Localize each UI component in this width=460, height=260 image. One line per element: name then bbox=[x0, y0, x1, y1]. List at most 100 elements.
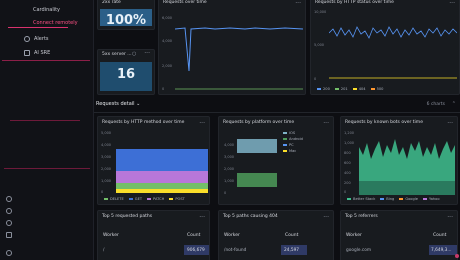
panel-method-over-time: Requests by HTTP method over time ··· 5,… bbox=[97, 116, 210, 205]
table-cell: / bbox=[103, 248, 105, 253]
panel-menu-icon[interactable]: ··· bbox=[144, 50, 150, 57]
y-tick: 6,000 bbox=[162, 16, 173, 20]
legend-item[interactable]: Better Stack bbox=[347, 197, 375, 201]
y-tick: 5,000 bbox=[314, 43, 325, 47]
y-tick: 0 bbox=[162, 87, 165, 91]
panel-menu-icon[interactable]: ··· bbox=[323, 214, 329, 221]
scroll-indicator[interactable] bbox=[455, 254, 459, 258]
panel-bots-over-time: Requests by known bots over time ··· 1,2… bbox=[340, 116, 458, 205]
panel-title: Requests by known bots over time bbox=[345, 120, 423, 125]
series-patch bbox=[116, 171, 208, 183]
panel-title: Top 5 paths causing 404 bbox=[223, 214, 278, 219]
panel-requests-over-time: Requests over time ··· 6,000 4,000 2,000… bbox=[158, 0, 306, 95]
collapse-icon[interactable]: ⌃ bbox=[452, 101, 456, 107]
settings-icon[interactable] bbox=[6, 220, 12, 226]
y-tick: 1,000 bbox=[224, 179, 235, 183]
table-cell: google.com bbox=[346, 248, 372, 253]
table-cell: 7,649,3... bbox=[431, 248, 452, 253]
profile-icon[interactable] bbox=[6, 250, 12, 256]
panel-title: Top 5 referrers bbox=[345, 214, 378, 219]
legend-item[interactable]: iOS bbox=[283, 131, 303, 135]
y-tick: 10,000 bbox=[314, 10, 327, 14]
grid-icon[interactable] bbox=[6, 232, 12, 238]
legend-item[interactable]: Mac bbox=[283, 149, 303, 153]
decorative-line bbox=[2, 60, 90, 61]
column-header[interactable]: Worker bbox=[224, 233, 240, 238]
chart-legend: 200 201 404 500 bbox=[317, 87, 383, 91]
stat-box: 100% bbox=[100, 9, 152, 28]
legend-item[interactable]: GET bbox=[128, 197, 142, 201]
ai-icon bbox=[24, 50, 30, 56]
panel-menu-icon[interactable]: ··· bbox=[447, 214, 453, 221]
panel-menu-icon[interactable]: ··· bbox=[447, 120, 453, 127]
y-tick: 1,000 bbox=[101, 179, 112, 183]
chart-legend: iOS Android PC Mac bbox=[283, 131, 303, 153]
panel-menu-icon[interactable]: ··· bbox=[199, 214, 205, 221]
chat-icon[interactable] bbox=[6, 208, 12, 214]
panel-title: 2xx rate bbox=[102, 0, 121, 5]
y-tick: 2,000 bbox=[224, 167, 235, 171]
legend-item[interactable]: 201 bbox=[334, 87, 348, 91]
legend-item[interactable]: PATCH bbox=[147, 197, 164, 201]
help-icon[interactable] bbox=[6, 196, 12, 202]
y-tick: 0 bbox=[344, 190, 347, 194]
column-header[interactable]: Worker bbox=[346, 233, 362, 238]
panel-menu-icon[interactable]: ··· bbox=[199, 120, 205, 127]
series-200 bbox=[329, 26, 457, 39]
bots-area-chart bbox=[359, 139, 455, 195]
table-cell: 906,679 bbox=[187, 248, 205, 253]
legend-item[interactable]: Bing bbox=[380, 197, 394, 201]
legend-item[interactable]: 500 bbox=[370, 87, 383, 91]
chart-legend: Better Stack Bing Google Yahoo bbox=[347, 197, 440, 201]
y-tick: 0 bbox=[224, 191, 227, 195]
panel-title: Requests by HTTP method over time bbox=[102, 120, 185, 125]
sidebar: Cardinality Connect remotely Alerts AI S… bbox=[0, 0, 94, 260]
series-post bbox=[116, 189, 208, 193]
row-title[interactable]: Requests detail ⌄ bbox=[96, 101, 140, 107]
y-tick: 600 bbox=[344, 161, 351, 165]
sidebar-item-ai-sre[interactable]: AI SRE bbox=[24, 48, 50, 58]
y-tick: 0 bbox=[314, 77, 317, 81]
y-tick: 3,000 bbox=[224, 155, 235, 159]
legend-item[interactable]: PC bbox=[283, 143, 303, 147]
method-bar-chart bbox=[116, 149, 208, 193]
bell-icon bbox=[24, 36, 30, 42]
y-tick: 4,000 bbox=[224, 143, 235, 147]
decorative-line bbox=[4, 168, 90, 169]
row-chart-count: 6 charts bbox=[426, 102, 445, 107]
sidebar-item-label: Cardinality bbox=[33, 7, 61, 13]
series-delete bbox=[116, 183, 208, 189]
status-line-chart bbox=[329, 26, 457, 79]
y-tick: 1,000 bbox=[344, 141, 355, 145]
panel-menu-icon[interactable]: ··· bbox=[323, 120, 329, 127]
panel-menu-icon[interactable]: ··· bbox=[295, 0, 301, 7]
panel-5xx: 5xx server ... ○ ··· 16 bbox=[97, 49, 155, 95]
legend-item[interactable]: Google bbox=[399, 197, 418, 201]
stat-value: 16 bbox=[116, 67, 136, 82]
column-header[interactable]: Count bbox=[433, 233, 446, 238]
y-tick: 4,000 bbox=[101, 143, 112, 147]
panel-title: Top 5 requested paths bbox=[102, 214, 153, 219]
legend-item[interactable]: POST bbox=[169, 197, 185, 201]
legend-item[interactable]: 404 bbox=[352, 87, 366, 91]
y-tick: 3,000 bbox=[101, 155, 112, 159]
sidebar-item-alerts[interactable]: Alerts bbox=[24, 34, 49, 44]
panel-referrers: Top 5 referrers ··· Worker Count google.… bbox=[340, 210, 458, 260]
legend-item[interactable]: DELETE bbox=[104, 197, 124, 201]
panel-2xx-rate: 2xx rate 100% bbox=[97, 0, 155, 30]
refresh-icon[interactable]: ○ bbox=[132, 51, 136, 57]
legend-item[interactable]: 200 bbox=[317, 87, 330, 91]
sidebar-item-label: Alerts bbox=[34, 36, 49, 42]
column-header[interactable]: Count bbox=[187, 233, 200, 238]
legend-item[interactable]: Android bbox=[283, 137, 303, 141]
y-tick: 800 bbox=[344, 151, 351, 155]
sidebar-item-cardinality[interactable]: Cardinality bbox=[33, 5, 60, 15]
column-header[interactable]: Worker bbox=[103, 233, 119, 238]
sidebar-item-label: Connect remotely bbox=[33, 20, 78, 26]
decorative-line bbox=[10, 120, 80, 121]
column-header[interactable]: Count bbox=[285, 233, 298, 238]
requests-line-chart bbox=[175, 27, 303, 90]
stat-box: 16 bbox=[100, 62, 152, 91]
legend-item[interactable]: Yahoo bbox=[423, 197, 440, 201]
panel-menu-icon[interactable]: ··· bbox=[449, 0, 455, 7]
